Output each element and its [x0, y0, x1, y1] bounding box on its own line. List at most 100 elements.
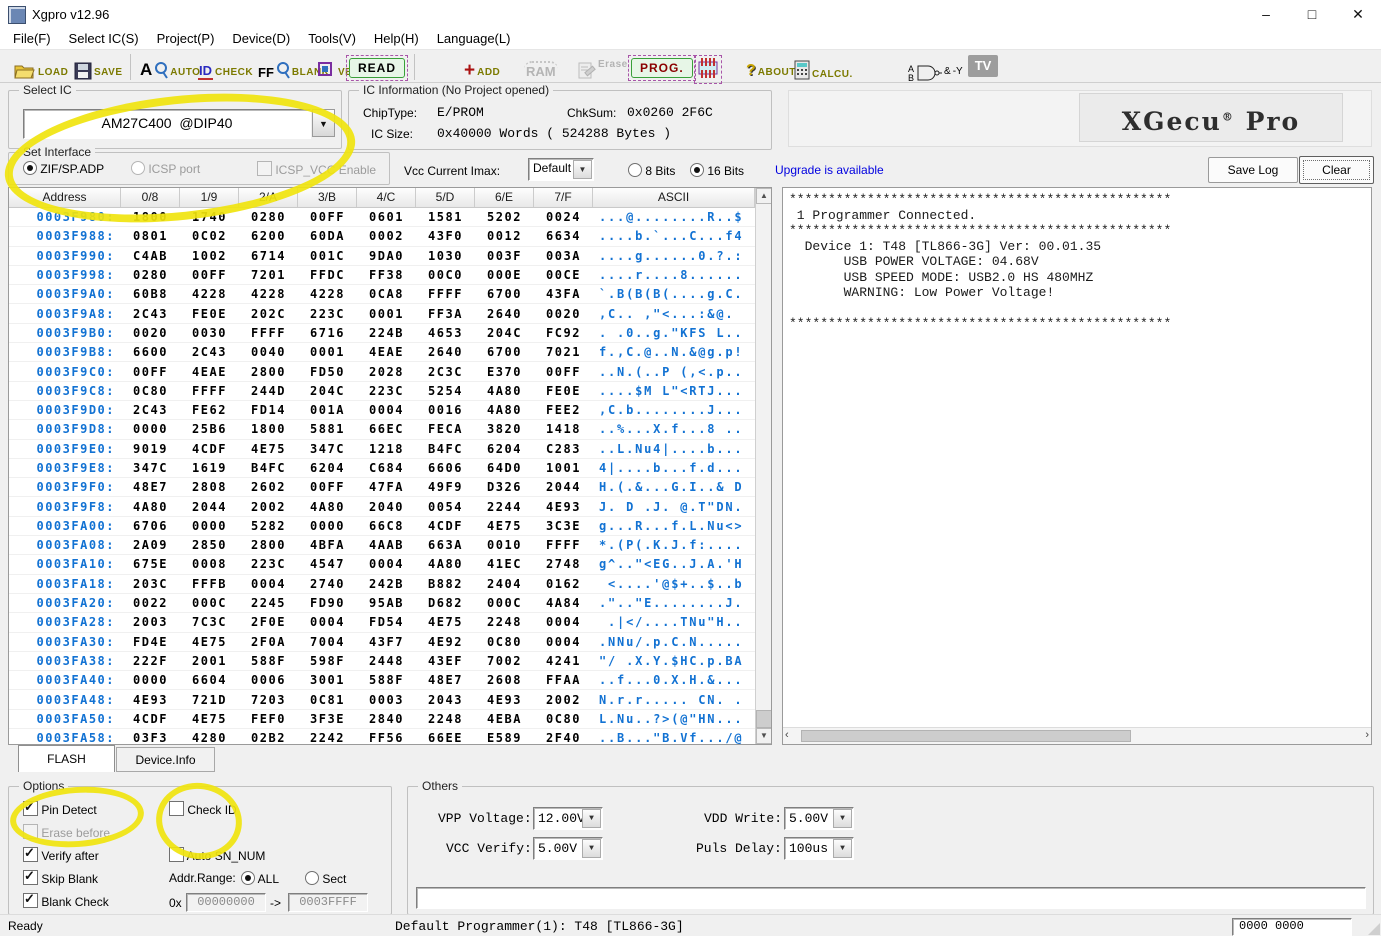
hex-value-cell[interactable]: 0004 — [298, 615, 357, 629]
hex-value-cell[interactable]: 6204 — [475, 442, 534, 456]
hex-value-cell[interactable]: 2602 — [239, 480, 298, 494]
hex-value-cell[interactable]: 3F3E — [298, 712, 357, 726]
menu-device[interactable]: Device(D) — [223, 31, 299, 46]
save-log-button[interactable]: Save Log — [1208, 157, 1298, 183]
hex-value-cell[interactable]: 4E93 — [534, 500, 593, 514]
hex-value-cell[interactable]: 1002 — [180, 249, 239, 263]
hex-value-cell[interactable]: 1001 — [534, 461, 593, 475]
hex-value-cell[interactable]: 7021 — [534, 345, 593, 359]
hex-value-cell[interactable]: 5282 — [239, 519, 298, 533]
hex-value-cell[interactable]: 0CA8 — [357, 287, 416, 301]
tab-flash[interactable]: FLASH — [18, 745, 115, 772]
hex-value-cell[interactable]: 4A80 — [416, 557, 475, 571]
hex-value-cell[interactable]: 0003 — [357, 693, 416, 707]
hex-value-cell[interactable]: 43EF — [416, 654, 475, 668]
hex-value-cell[interactable]: 03F3 — [121, 731, 180, 745]
bits16-radio[interactable]: 16 Bits — [690, 163, 744, 178]
hex-value-cell[interactable]: FF38 — [357, 268, 416, 282]
hex-value-cell[interactable]: 00FF — [121, 365, 180, 379]
hex-value-cell[interactable]: 25B6 — [180, 422, 239, 436]
hex-value-cell[interactable]: FFDC — [298, 268, 357, 282]
hex-value-cell[interactable]: 9019 — [121, 442, 180, 456]
chevron-down-icon[interactable]: ▼ — [573, 160, 592, 179]
hex-value-cell[interactable]: 6600 — [121, 345, 180, 359]
hex-value-cell[interactable]: D682 — [416, 596, 475, 610]
hex-value-cell[interactable]: 000C — [180, 596, 239, 610]
hex-value-cell[interactable]: D326 — [475, 480, 534, 494]
hex-value-cell[interactable]: 6714 — [239, 249, 298, 263]
hex-value-cell[interactable]: 2044 — [180, 500, 239, 514]
hex-value-cell[interactable]: 2002 — [534, 693, 593, 707]
hex-value-cell[interactable]: 4AAB — [357, 538, 416, 552]
save-button[interactable]: SAVE — [74, 54, 123, 80]
menu-select-ic[interactable]: Select IC(S) — [60, 31, 148, 46]
hex-value-cell[interactable]: 2608 — [475, 673, 534, 687]
range-to-input[interactable]: 0003FFFF — [288, 893, 368, 912]
hex-value-cell[interactable]: FFFB — [180, 577, 239, 591]
hex-value-cell[interactable]: 4E92 — [416, 635, 475, 649]
log-horizontal-scrollbar[interactable]: ‹ › — [783, 727, 1371, 744]
hex-value-cell[interactable]: 48E7 — [416, 673, 475, 687]
hex-value-cell[interactable]: FFFF — [416, 287, 475, 301]
hex-col-header[interactable]: ASCII — [593, 188, 755, 207]
hex-value-cell[interactable]: 2808 — [180, 480, 239, 494]
hex-value-cell[interactable]: 43F7 — [357, 635, 416, 649]
hex-value-cell[interactable]: 588F — [239, 654, 298, 668]
hex-value-cell[interactable]: 1218 — [357, 442, 416, 456]
hex-value-cell[interactable]: 0C80 — [121, 384, 180, 398]
hex-vertical-scrollbar[interactable]: ▲ ▼ — [755, 188, 771, 744]
hex-value-cell[interactable]: 5202 — [475, 210, 534, 224]
hex-value-cell[interactable]: 0030 — [180, 326, 239, 340]
hex-value-cell[interactable]: 2002 — [239, 500, 298, 514]
hex-value-cell[interactable]: 2043 — [416, 693, 475, 707]
hex-value-cell[interactable]: 0008 — [180, 557, 239, 571]
hex-value-cell[interactable]: 2800 — [239, 538, 298, 552]
hex-value-cell[interactable]: 0004 — [357, 557, 416, 571]
hex-value-cell[interactable]: 4A84 — [534, 596, 593, 610]
hex-value-cell[interactable]: 4CDF — [416, 519, 475, 533]
hex-value-cell[interactable]: FE62 — [180, 403, 239, 417]
hex-value-cell[interactable]: 0016 — [416, 403, 475, 417]
hex-value-cell[interactable]: E370 — [475, 365, 534, 379]
hex-value-cell[interactable]: FD50 — [298, 365, 357, 379]
hex-value-cell[interactable]: 4BFA — [298, 538, 357, 552]
hex-value-cell[interactable]: 0601 — [357, 210, 416, 224]
hex-col-header[interactable]: 6/E — [475, 188, 534, 207]
hex-value-cell[interactable]: 2840 — [357, 712, 416, 726]
hex-value-cell[interactable]: 2640 — [416, 345, 475, 359]
hex-value-cell[interactable]: C684 — [357, 461, 416, 475]
hex-value-cell[interactable]: 66EE — [416, 731, 475, 745]
hex-value-cell[interactable]: 0000 — [298, 519, 357, 533]
hex-value-cell[interactable]: 4E75 — [180, 712, 239, 726]
hex-value-cell[interactable]: 5254 — [416, 384, 475, 398]
hex-value-cell[interactable]: 0004 — [357, 403, 416, 417]
hex-value-cell[interactable]: 60B8 — [121, 287, 180, 301]
pin-detect-checkbox[interactable]: Pin Detect — [23, 801, 97, 817]
hex-value-cell[interactable]: FECA — [416, 422, 475, 436]
vcc-current-combo[interactable]: Default ▼ — [528, 158, 594, 181]
zif-radio[interactable]: ZIF/SP.ADP — [23, 161, 104, 176]
hex-value-cell[interactable]: 0010 — [475, 538, 534, 552]
hex-col-header[interactable]: 0/8 — [121, 188, 180, 207]
auto-sn-checkbox[interactable]: Auto SN_NUM — [169, 847, 265, 863]
hex-value-cell[interactable]: 2028 — [357, 365, 416, 379]
puls-delay-combo[interactable]: 100us▼ — [784, 837, 854, 860]
menu-help[interactable]: Help(H) — [365, 31, 428, 46]
hex-value-cell[interactable]: 4EBA — [475, 712, 534, 726]
hex-value-cell[interactable]: 204C — [298, 384, 357, 398]
range-from-input[interactable]: 00000000 — [186, 893, 266, 912]
hex-value-cell[interactable]: 43F0 — [416, 229, 475, 243]
hex-col-header[interactable]: 3/B — [298, 188, 357, 207]
hex-value-cell[interactable]: 2248 — [416, 712, 475, 726]
hex-value-cell[interactable]: FFFF — [180, 384, 239, 398]
hex-value-cell[interactable]: 001A — [298, 403, 357, 417]
hex-value-cell[interactable]: 3001 — [298, 673, 357, 687]
hex-value-cell[interactable]: 2242 — [298, 731, 357, 745]
load-button[interactable]: LOAD — [14, 54, 68, 80]
hex-value-cell[interactable]: 4653 — [416, 326, 475, 340]
hex-value-cell[interactable]: 4228 — [298, 287, 357, 301]
hex-value-cell[interactable]: FD4E — [121, 635, 180, 649]
hex-value-cell[interactable]: 6634 — [534, 229, 593, 243]
chevron-down-icon[interactable]: ▼ — [582, 809, 601, 828]
hex-value-cell[interactable]: 9DA0 — [357, 249, 416, 263]
